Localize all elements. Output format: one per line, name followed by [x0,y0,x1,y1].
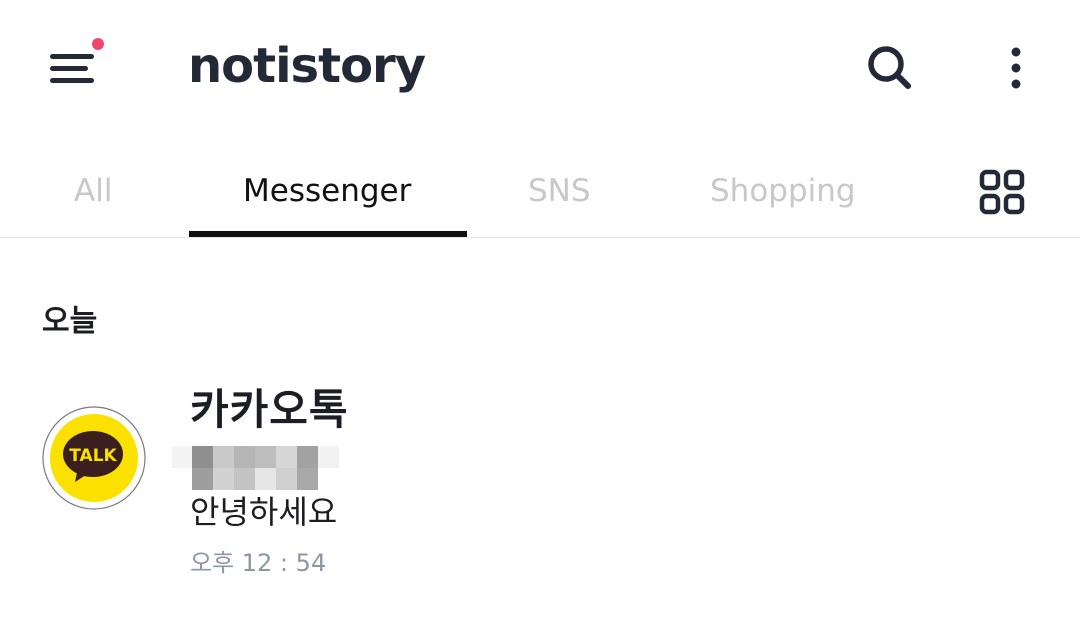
section-title-today: 오늘 [42,304,98,339]
kakaotalk-icon: TALK [42,406,146,510]
sender-name-redacted [172,446,339,490]
top-bar: notistory [0,0,1080,136]
more-options-button[interactable] [994,40,1038,96]
category-tabs: All Messenger SNS Shopping [0,136,1080,238]
menu-icon [50,38,104,83]
notification-time: 오후 12 : 54 [190,549,327,577]
tab-sns[interactable]: SNS [528,166,591,222]
search-button[interactable] [862,40,918,96]
app-logo: notistory [188,38,426,94]
kakaotalk-icon-label: TALK [69,446,117,466]
notification-item[interactable]: TALK 카카오톡 안녕하세요 오후 12 : 54 [0,380,1080,590]
app-icon-container: TALK [42,406,146,510]
menu-button[interactable] [44,36,112,96]
notification-app-name: 카카오톡 [190,385,349,434]
grid-icon [979,169,1025,215]
tab-shopping[interactable]: Shopping [710,166,856,222]
tab-all[interactable]: All [74,166,112,222]
category-grid-button[interactable] [978,168,1026,216]
more-vertical-icon [1011,47,1021,89]
search-icon [868,46,911,89]
notification-dot [92,38,104,50]
active-tab-indicator [189,231,467,237]
tab-messenger[interactable]: Messenger [243,166,411,222]
notification-message: 안녕하세요 [190,493,338,531]
